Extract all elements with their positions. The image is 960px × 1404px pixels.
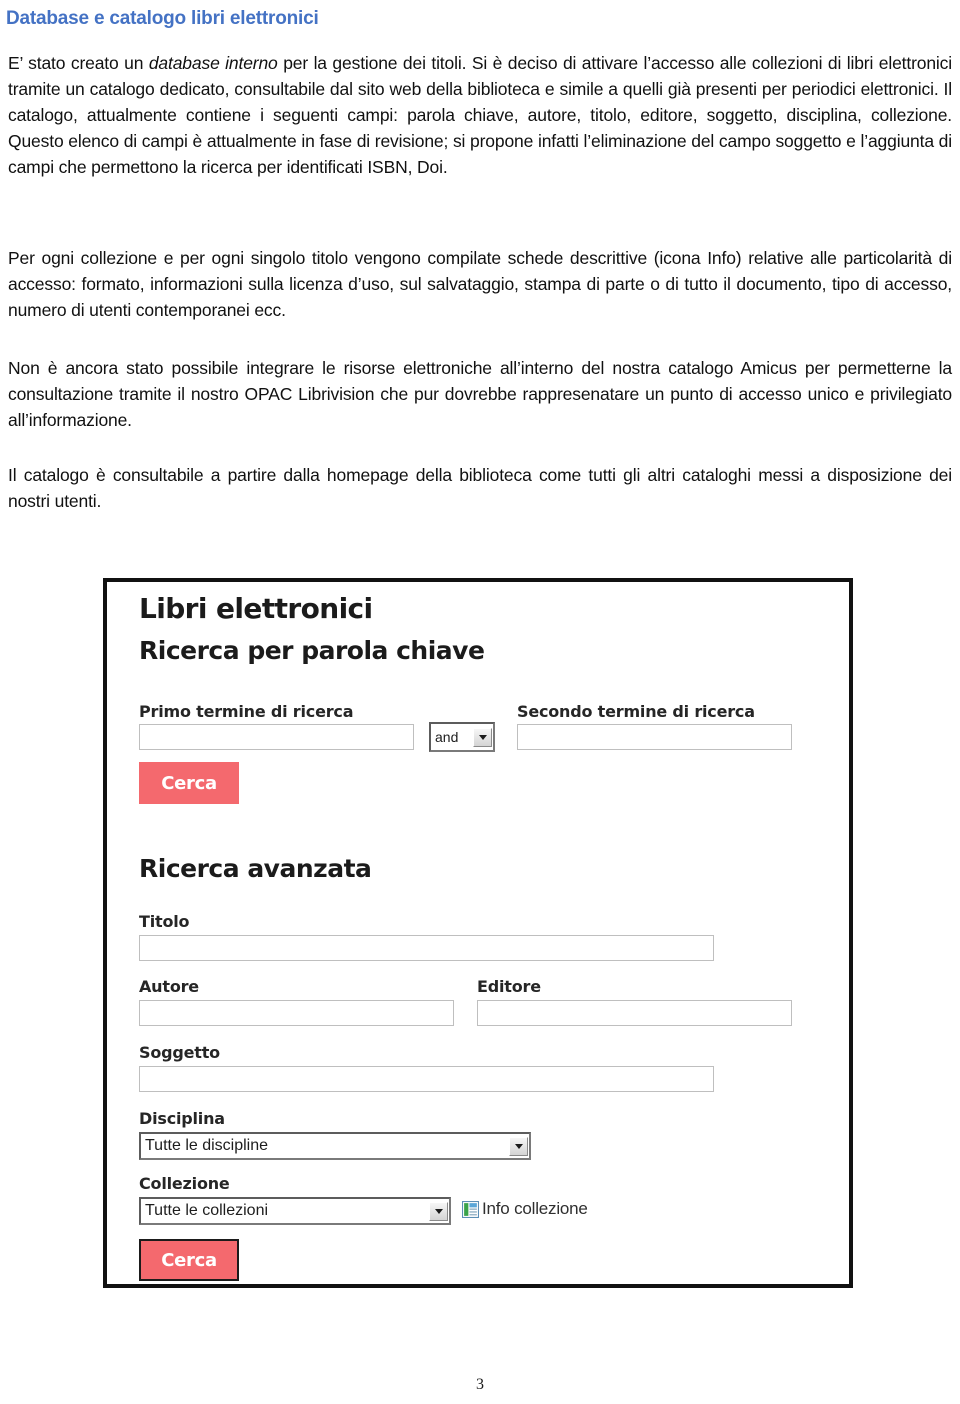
author-input[interactable] [139, 1000, 454, 1026]
keyword-search-heading: Ricerca per parola chiave [139, 636, 485, 665]
document-page: Database e catalogo libri elettronici E’… [0, 0, 960, 1404]
embedded-screenshot-frame: Libri elettronici Ricerca per parola chi… [103, 578, 853, 1288]
second-term-label: Secondo termine di ricerca [517, 702, 755, 721]
paragraph-intro-italic: database interno [148, 53, 278, 73]
collection-label: Collezione [139, 1174, 230, 1193]
page-title: Database e catalogo libri elettronici [6, 8, 319, 29]
paragraph-intro-part1: E’ stato creato un [8, 53, 149, 73]
info-document-icon [462, 1200, 479, 1218]
info-collection-link[interactable]: Info collezione [462, 1199, 588, 1219]
collection-select[interactable]: Tutte le collezioni [139, 1197, 451, 1225]
keyword-search-button[interactable]: Cerca [139, 762, 239, 804]
paragraph-intro: E’ stato creato un database interno per … [8, 50, 952, 180]
title-label: Titolo [139, 912, 190, 931]
catalogue-search-form: Libri elettronici Ricerca per parola chi… [107, 582, 849, 1284]
operator-select-value: and [435, 729, 459, 745]
catalogue-heading: Libri elettronici [139, 592, 373, 625]
second-term-input[interactable] [517, 724, 792, 750]
subject-input[interactable] [139, 1066, 714, 1092]
chevron-down-icon[interactable] [473, 727, 492, 747]
chevron-down-icon[interactable] [509, 1136, 528, 1156]
paragraph-amicus-integration: Non è ancora stato possibile integrare l… [8, 358, 952, 430]
subject-label: Soggetto [139, 1043, 220, 1062]
publisher-input[interactable] [477, 1000, 792, 1026]
first-term-input[interactable] [139, 724, 414, 750]
collection-select-value: Tutte le collezioni [145, 1202, 269, 1219]
title-input[interactable] [139, 935, 714, 961]
page-number: 3 [476, 1376, 484, 1393]
advanced-search-button[interactable]: Cerca [139, 1239, 239, 1281]
operator-select[interactable]: and [429, 722, 495, 752]
paragraph-descriptive-cards: Per ogni collezione e per ogni singolo t… [8, 248, 952, 320]
discipline-select-value: Tutte le discipline [145, 1137, 269, 1154]
discipline-label: Disciplina [139, 1109, 225, 1128]
first-term-label: Primo termine di ricerca [139, 702, 354, 721]
info-collection-label: Info collezione [482, 1199, 588, 1218]
discipline-select[interactable]: Tutte le discipline [139, 1132, 531, 1160]
chevron-down-icon[interactable] [429, 1201, 448, 1221]
advanced-search-heading: Ricerca avanzata [139, 854, 372, 883]
paragraph-homepage-access: Il catalogo è consultabile a partire dal… [8, 465, 952, 511]
publisher-label: Editore [477, 977, 541, 996]
author-label: Autore [139, 977, 199, 996]
